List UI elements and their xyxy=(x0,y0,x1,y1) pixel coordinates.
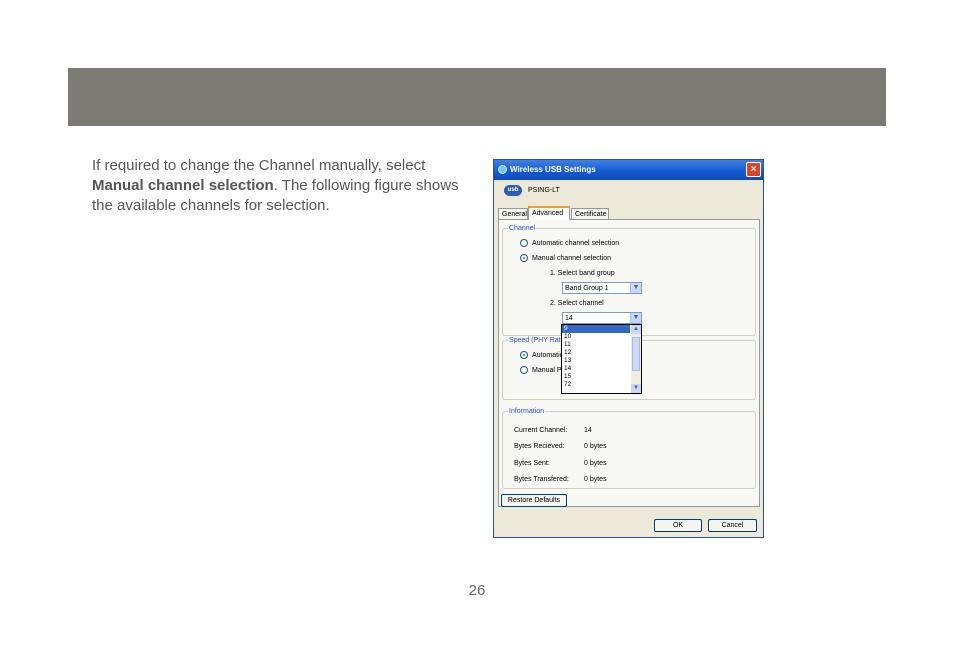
chevron-down-icon[interactable]: ▼ xyxy=(630,313,641,323)
title-bar[interactable]: Wireless USB Settings × xyxy=(494,160,763,180)
instruction-text-start: If required to change the Channel manual… xyxy=(92,157,426,174)
chevron-down-icon[interactable]: ▼ xyxy=(630,283,641,293)
channel-option-13[interactable]: 13 xyxy=(562,357,630,365)
ok-button[interactable]: OK xyxy=(654,519,702,532)
band-group-select[interactable]: Band Group 1 ▼ xyxy=(562,282,642,294)
current-channel-value: 14 xyxy=(584,427,592,434)
channel-option-15[interactable]: 15 xyxy=(562,373,630,381)
cancel-button[interactable]: Cancel xyxy=(708,519,757,532)
bytes-received-value: 0 bytes xyxy=(584,443,607,450)
manual-channel-label: Manual channel selection xyxy=(532,255,611,262)
instruction-bold-term: Manual channel selection xyxy=(92,177,274,194)
tab-certificate[interactable]: Certificate xyxy=(571,208,609,219)
bytes-transferred-value: 0 bytes xyxy=(584,476,607,483)
channel-option-72[interactable]: 72 xyxy=(562,381,630,389)
information-group-label: Information xyxy=(508,407,546,416)
manual-speed-radio[interactable] xyxy=(520,366,528,374)
close-icon[interactable]: × xyxy=(746,162,761,177)
bytes-transferred-key: Bytes Transfered: xyxy=(514,476,569,483)
wireless-usb-settings-dialog: Wireless USB Settings × usb PSING-LT Gen… xyxy=(493,159,764,538)
scroll-up-icon[interactable]: ▲ xyxy=(631,325,641,334)
channel-select[interactable]: 14 ▼ xyxy=(562,312,642,324)
page-number: 26 xyxy=(468,582,486,599)
channel-option-10[interactable]: 10 xyxy=(562,333,630,341)
auto-channel-label: Automatic channel selection xyxy=(532,240,620,247)
auto-channel-radio[interactable] xyxy=(520,239,528,247)
device-name: PSING-LT xyxy=(528,187,560,194)
tab-advanced[interactable]: Advanced xyxy=(528,206,570,220)
scroll-down-icon[interactable]: ▼ xyxy=(631,384,641,393)
channel-option-12[interactable]: 12 xyxy=(562,349,630,357)
channel-group-label: Channel xyxy=(508,224,537,233)
bytes-sent-key: Bytes Sent: xyxy=(514,460,550,467)
information-group: Information Current Channel: 14 Bytes Re… xyxy=(502,407,756,489)
restore-defaults-button[interactable]: Restore Defaults xyxy=(501,494,567,507)
channel-dropdown-list[interactable]: 9 10 11 12 13 14 15 72 ▲ ▼ xyxy=(561,324,642,394)
manual-channel-radio[interactable] xyxy=(520,254,528,262)
advanced-panel: Channel Automatic channel selection Manu… xyxy=(498,219,760,507)
channel-group: Channel Automatic channel selection Manu… xyxy=(502,224,756,336)
channel-value: 14 xyxy=(565,315,573,322)
header-banner xyxy=(68,68,886,126)
app-icon xyxy=(498,165,507,174)
speed-group-label: Speed (PHY Rate) xyxy=(508,336,568,345)
instruction-paragraph: If required to change the Channel manual… xyxy=(92,156,462,216)
channel-option-9[interactable]: 9 xyxy=(562,325,630,333)
scroll-thumb[interactable] xyxy=(632,337,640,371)
bytes-received-key: Bytes Recieved: xyxy=(514,443,565,450)
channel-step-label: 2. Select channel xyxy=(550,300,604,307)
bytes-sent-value: 0 bytes xyxy=(584,460,607,467)
channel-option-11[interactable]: 11 xyxy=(562,341,630,349)
current-channel-key: Current Channel: xyxy=(514,427,568,434)
tab-general[interactable]: General xyxy=(498,208,528,219)
band-group-step-label: 1. Select band group xyxy=(550,270,615,277)
usb-logo-icon: usb xyxy=(504,185,522,196)
dropdown-scrollbar[interactable]: ▲ ▼ xyxy=(631,325,641,393)
channel-option-14[interactable]: 14 xyxy=(562,365,630,373)
dialog-title: Wireless USB Settings xyxy=(510,165,596,174)
auto-speed-radio[interactable] xyxy=(520,351,528,359)
band-group-value: Band Group 1 xyxy=(565,285,609,292)
